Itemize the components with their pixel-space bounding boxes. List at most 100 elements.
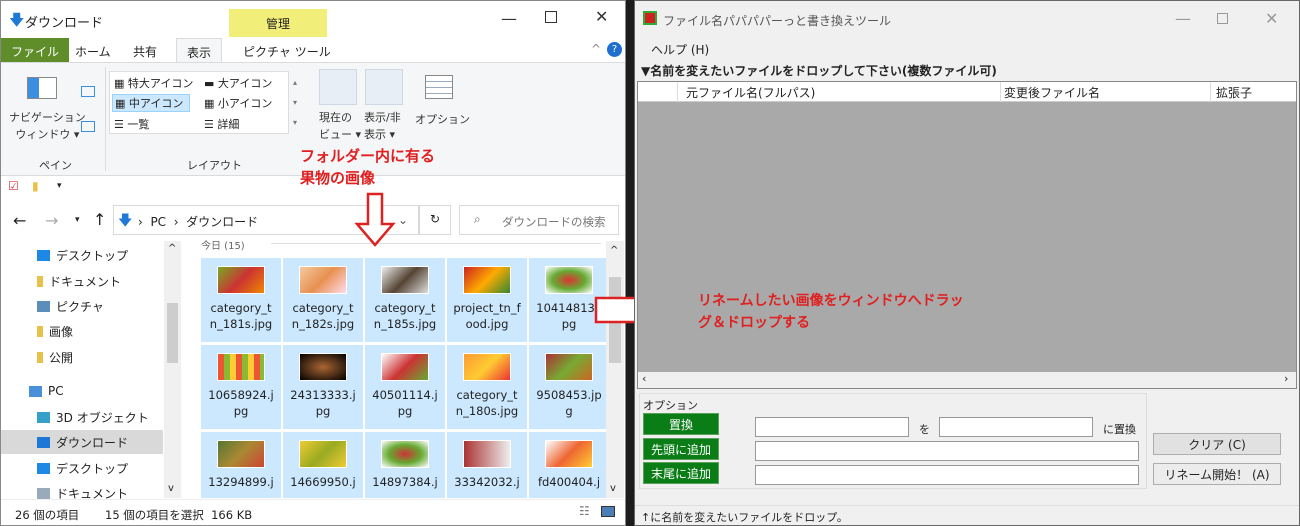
layout-list[interactable]: ☰ 一覧 [114, 116, 149, 132]
layout-details[interactable]: ☰ 詳細 [204, 116, 239, 132]
show-hide-button[interactable]: 表示/非 表示 ▾ [364, 109, 401, 143]
minimize-button[interactable]: — [1175, 9, 1191, 28]
column-header-original[interactable]: 元ファイル名(フルパス) [686, 84, 815, 101]
nav-item[interactable]: デスクトップ [37, 247, 128, 264]
scroll-up-icon[interactable]: ^ [168, 243, 176, 254]
options-button[interactable]: オプション [415, 111, 470, 127]
file-item[interactable]: 14897384.j [365, 432, 445, 498]
nav-item[interactable]: 3D オブジェクト [37, 409, 149, 426]
manage-context-tab[interactable]: 管理 [229, 9, 327, 37]
minimize-button[interactable]: — [501, 9, 517, 28]
column-header-index[interactable] [638, 82, 678, 102]
scrollbar-thumb[interactable] [167, 303, 178, 363]
navigation-pane-icon[interactable] [27, 77, 57, 99]
file-item[interactable]: category_t n_181s.jpg [201, 258, 281, 342]
new-folder-icon[interactable]: ▮ [32, 179, 39, 193]
nav-item[interactable]: ダウンロード [1, 430, 163, 454]
nav-item[interactable]: 公開 [37, 349, 73, 366]
recent-icon[interactable]: ▾ [75, 215, 80, 225]
nav-item[interactable]: ドキュメント [37, 273, 121, 290]
search-box[interactable]: ⌕ ダウンロードの検索 [459, 205, 619, 235]
nav-item[interactable]: PC [29, 384, 64, 398]
refresh-button[interactable]: ↻ [419, 205, 451, 235]
file-item[interactable]: 24313333.j pg [283, 345, 363, 429]
layout-large[interactable]: ▬ 大アイコン [204, 75, 272, 91]
column-header-new[interactable]: 変更後ファイル名 [1004, 84, 1100, 101]
current-view-icon[interactable] [319, 69, 357, 105]
nav-item[interactable]: デスクトップ [37, 460, 128, 477]
forward-icon[interactable]: → [45, 211, 58, 230]
help-icon[interactable]: ? [607, 42, 622, 57]
file-item[interactable]: 10658924.j pg [201, 345, 281, 429]
back-icon[interactable]: ← [13, 211, 26, 230]
search-input[interactable]: ダウンロードの検索 [502, 214, 606, 230]
suffix-input[interactable] [755, 465, 1139, 485]
prefix-input[interactable] [755, 441, 1139, 461]
nav-scrollbar[interactable]: ^ v [164, 241, 181, 498]
tab-picture-tools[interactable]: ピクチャ ツール [233, 38, 341, 62]
scroll-right-icon[interactable]: › [1284, 372, 1288, 385]
preview-pane-icon[interactable] [81, 86, 95, 97]
properties-icon[interactable]: ☑ [8, 179, 19, 193]
tab-file[interactable]: ファイル [1, 38, 70, 62]
breadcrumb-pc[interactable]: PC [150, 215, 166, 229]
file-item[interactable]: 33342032.j [447, 432, 527, 498]
tab-share[interactable]: 共有 [123, 38, 167, 62]
large-icons-view-icon[interactable] [601, 506, 615, 517]
app-icon [643, 11, 657, 25]
file-name: category_t n_182s.jpg [291, 301, 355, 331]
scroll-left-icon[interactable]: ‹ [642, 372, 646, 385]
show-hide-icon[interactable] [365, 69, 403, 105]
file-item[interactable]: category_t n_185s.jpg [365, 258, 445, 342]
nav-label: ドキュメント [49, 275, 122, 289]
details-pane-icon[interactable] [81, 121, 95, 132]
layout-small[interactable]: ▦ 小アイコン [204, 95, 272, 111]
nav-item[interactable]: 画像 [37, 323, 73, 340]
gallery-scroll-icon[interactable]: ▴ ▾ ▾ [293, 73, 297, 133]
current-view-button[interactable]: 現在の ビュー ▾ [319, 109, 361, 143]
nav-item[interactable]: ピクチャ [37, 298, 104, 315]
file-drop-list[interactable]: 元ファイル名(フルパス) 変更後ファイル名 拡張子 ‹ › [637, 81, 1297, 389]
breadcrumb-downloads[interactable]: ダウンロード [186, 215, 258, 229]
navigation-pane-button[interactable]: ナビゲーション ウィンドウ ▾ [9, 109, 86, 143]
collapse-ribbon-icon[interactable]: ^ [591, 42, 601, 56]
nav-label: 画像 [49, 325, 74, 339]
menu-bar: ヘルプ (H) [635, 37, 1299, 59]
tab-view[interactable]: 表示 [176, 38, 223, 63]
scroll-down-icon[interactable]: v [610, 483, 616, 494]
rename-start-button[interactable]: リネーム開始！ (A) [1153, 463, 1281, 485]
group-header[interactable]: 今日 (15) [201, 237, 245, 252]
column-header-extension[interactable]: 拡張子 [1216, 84, 1252, 101]
file-item[interactable]: 14669950.j [283, 432, 363, 498]
pictures-icon [37, 301, 50, 312]
menu-help[interactable]: ヘルプ (H) [651, 41, 709, 58]
file-item[interactable]: category_t n_180s.jpg [447, 345, 527, 429]
nav-label: デスクトップ [56, 462, 129, 476]
close-button[interactable]: ✕ [1265, 9, 1278, 28]
replace-to-input[interactable] [939, 417, 1093, 437]
options-icon[interactable] [425, 75, 453, 99]
chevron-down-icon[interactable]: ⌄ [398, 213, 408, 227]
scroll-down-icon[interactable]: v [168, 483, 174, 494]
up-icon[interactable]: ↑ [93, 210, 106, 229]
file-item[interactable]: 40501114.j pg [365, 345, 445, 429]
clear-button[interactable]: クリア (C) [1153, 433, 1281, 455]
scroll-up-icon[interactable]: ^ [610, 245, 618, 256]
status-text: ↑に名前を変えたいファイルをドロップ。 [641, 511, 848, 524]
file-item[interactable]: 9508453.jp g [529, 345, 609, 429]
close-button[interactable]: ✕ [595, 7, 608, 26]
file-item[interactable]: fd400404.j [529, 432, 609, 498]
maximize-button[interactable] [1217, 13, 1228, 24]
list-header: 元ファイル名(フルパス) 変更後ファイル名 拡張子 [638, 82, 1296, 102]
layout-medium[interactable]: ▦ 中アイコン [112, 94, 191, 112]
replace-from-input[interactable] [755, 417, 909, 437]
customize-toolbar-icon[interactable]: ▾ [57, 181, 62, 191]
file-item[interactable]: category_t n_182s.jpg [283, 258, 363, 342]
file-item[interactable]: 13294899.j [201, 432, 281, 498]
file-item[interactable]: project_tn_f ood.jpg [447, 258, 527, 342]
tab-home[interactable]: ホーム [65, 38, 121, 62]
horizontal-scrollbar[interactable]: ‹ › [638, 372, 1296, 388]
details-view-icon[interactable]: ☷ [579, 504, 590, 518]
maximize-button[interactable] [545, 11, 557, 23]
layout-extra-large[interactable]: ▦ 特大アイコン [114, 75, 193, 91]
